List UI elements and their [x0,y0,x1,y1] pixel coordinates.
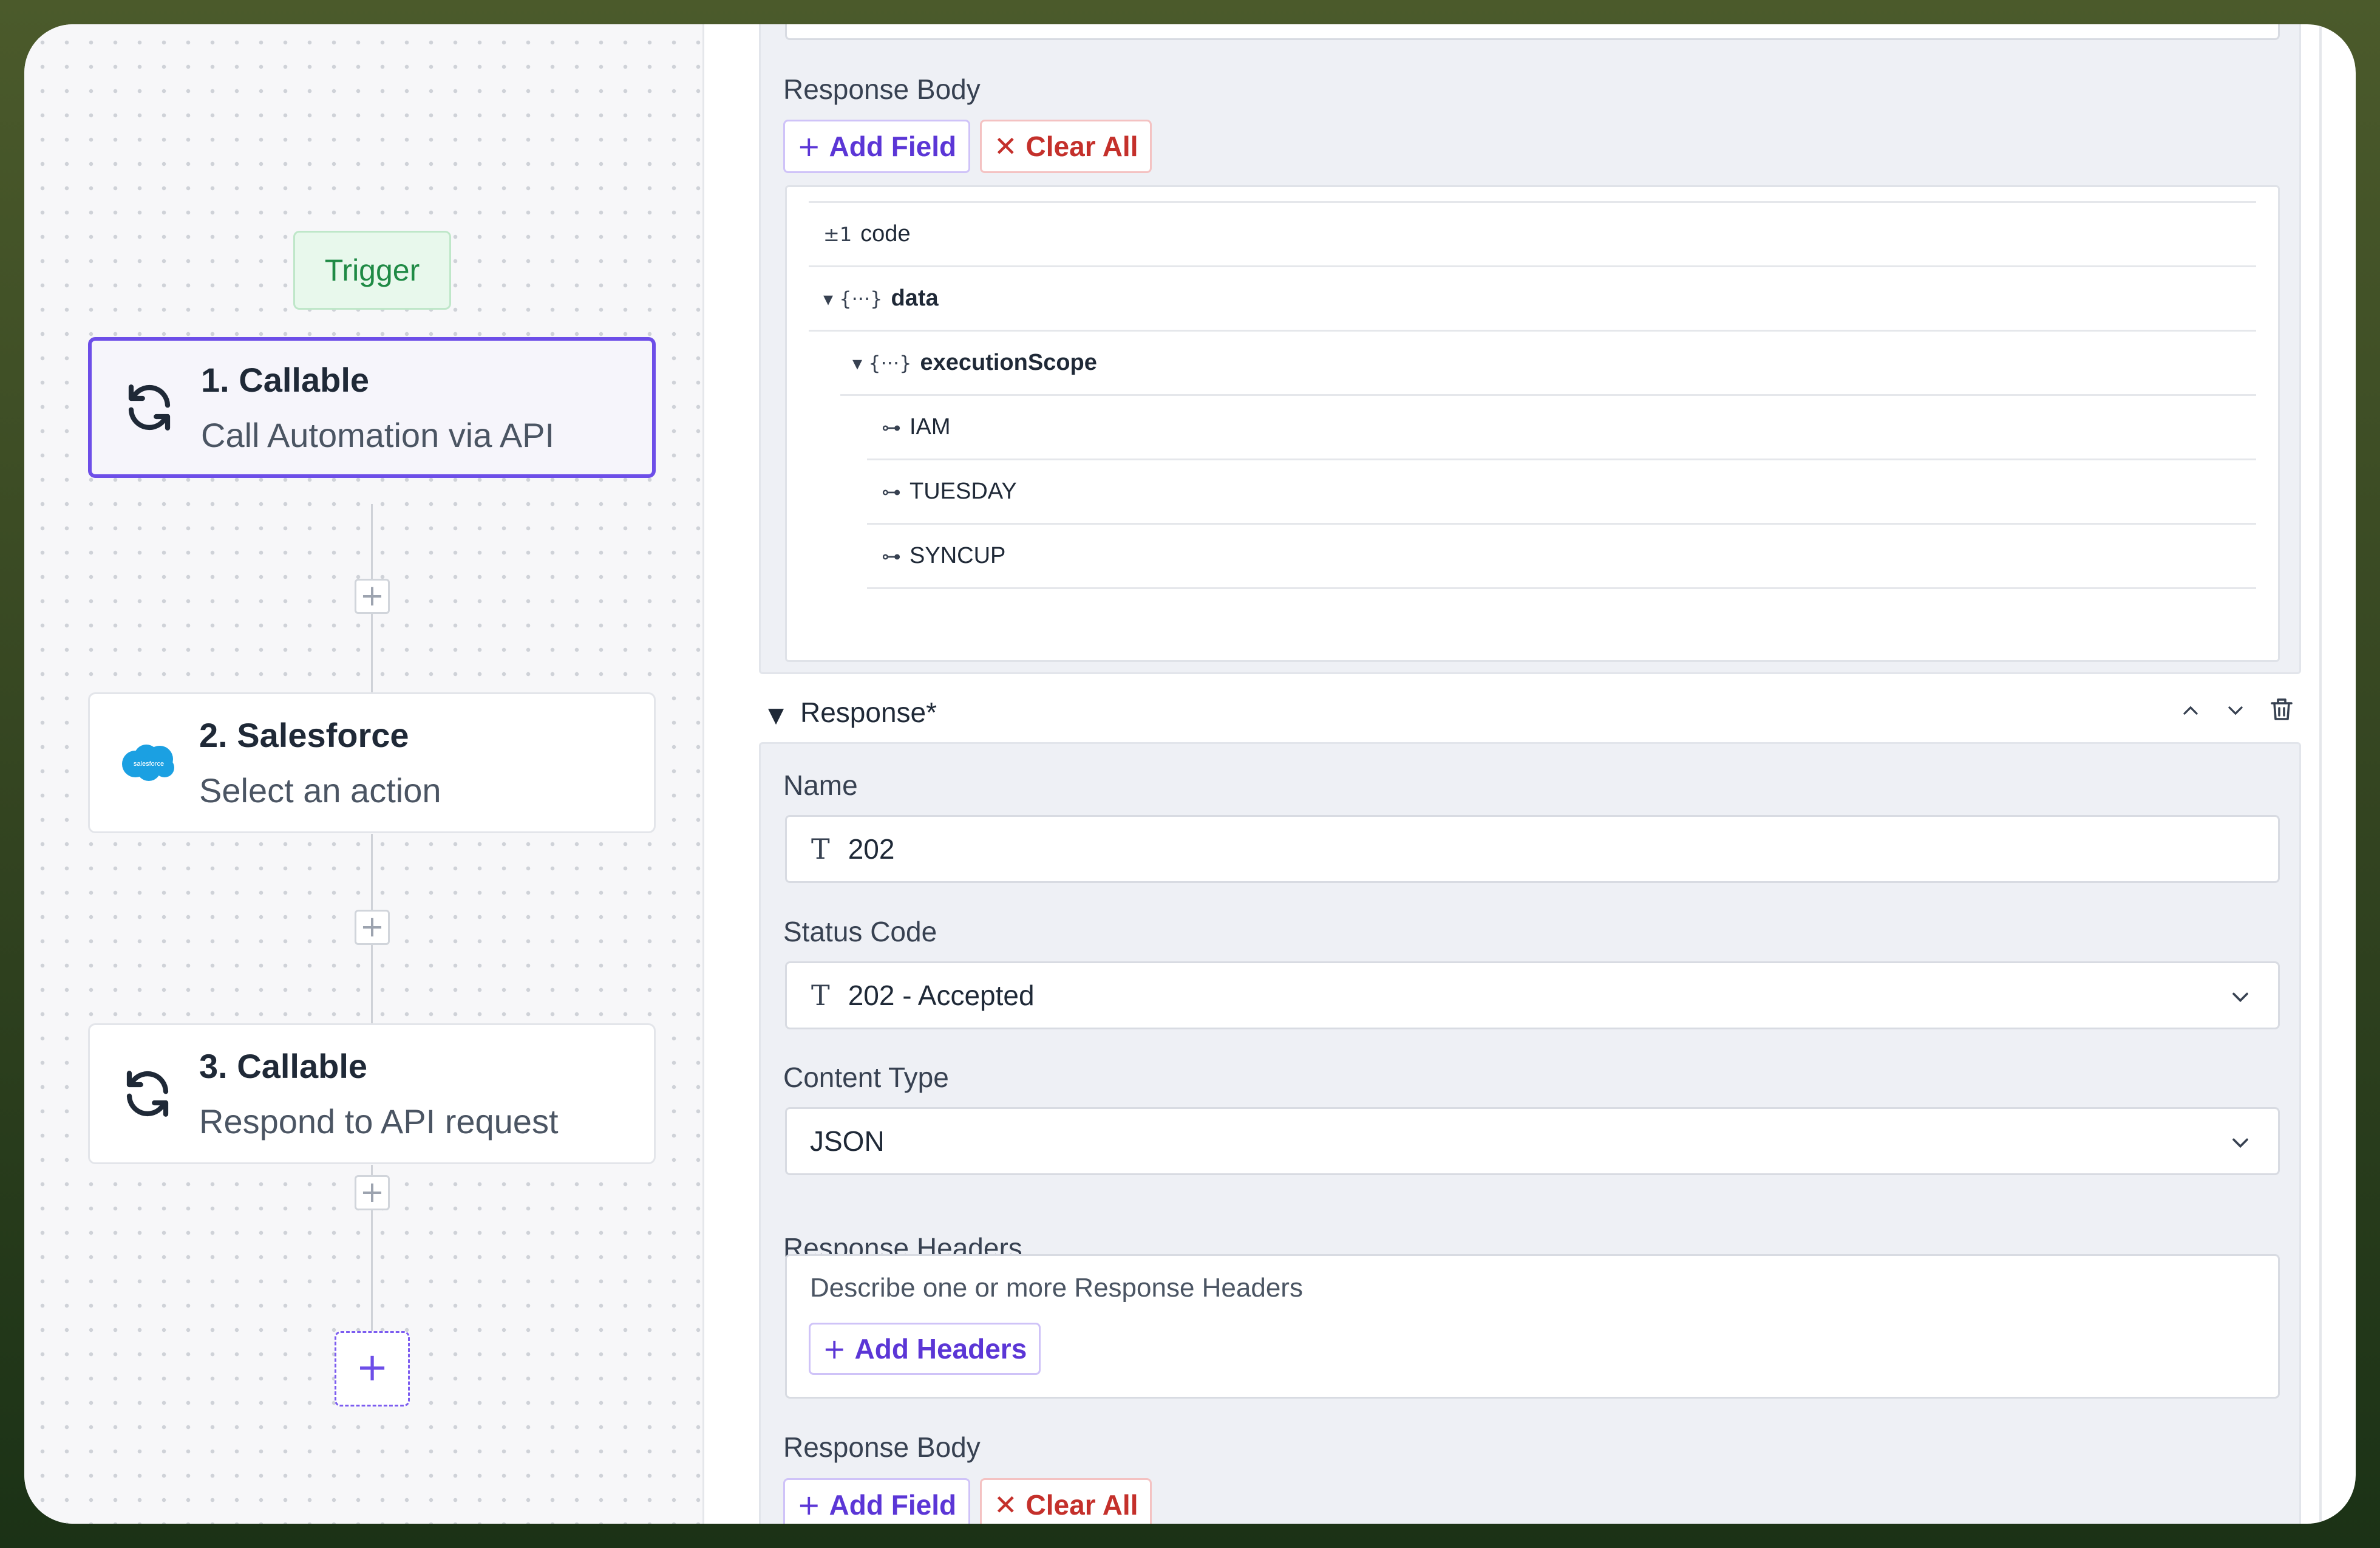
svg-text:salesforce: salesforce [134,760,164,768]
add-headers-button[interactable]: + Add Headers [809,1323,1041,1375]
previous-field[interactable] [785,24,2280,40]
tree-row-iam[interactable]: ⊶ IAM [867,396,2256,460]
add-field-button[interactable]: + Add Field [783,120,971,173]
workflow-node-3[interactable]: 3. Callable Respond to API request [88,1023,656,1164]
chevron-up-icon[interactable] [2178,698,2203,726]
response-headers-box: Describe one or more Response Headers + A… [785,1254,2280,1399]
tree-row-data[interactable]: ▾ {···} data [809,267,2256,332]
refresh-icon [114,1066,181,1121]
plus-icon: + [823,1332,846,1365]
object-expand-icon[interactable]: ▾ {···} [852,352,911,375]
tree-row-code[interactable]: ±1 code [809,203,2256,267]
workflow-node-1[interactable]: 1. Callable Call Automation via API [88,337,656,478]
node-title: 3. Callable [199,1047,368,1085]
status-code-select[interactable]: T 202 - Accepted [785,961,2280,1029]
add-field-button[interactable]: + Add Field [783,1478,971,1524]
response-headers-placeholder: Describe one or more Response Headers [810,1273,1303,1303]
number-type-icon: ±1 [823,222,852,246]
text-type-icon: T [811,833,830,865]
trash-icon[interactable] [2267,695,2296,727]
content-type-label: Content Type [783,1062,949,1093]
toggle-icon: ⊶ [882,415,901,439]
chevron-down-icon [2227,984,2254,1017]
response-body-label: Response Body [783,73,981,105]
tree-row-executionscope[interactable]: ▾ {···} executionScope [840,332,2256,396]
response-collapse-toggle[interactable]: ▼ [768,703,784,728]
add-step-button[interactable]: + [355,910,390,945]
chevron-down-icon [2227,1130,2254,1163]
node-subtitle: Respond to API request [199,1102,559,1141]
status-code-label: Status Code [783,916,937,947]
chevron-down-icon[interactable] [2223,698,2248,726]
node-subtitle: Select an action [199,771,441,810]
response-body-tree[interactable]: ±1 code ▾ {···} data ▾ {···} executionSc… [785,185,2280,662]
plus-icon: + [797,130,821,163]
trigger-badge[interactable]: Trigger [293,231,451,310]
clear-all-button[interactable]: ✕ Clear All [980,1478,1152,1524]
node-title: 1. Callable [201,361,370,399]
workflow-node-2[interactable]: salesforce 2. Salesforce Select an actio… [88,692,656,833]
node-title: 2. Salesforce [199,716,409,754]
close-icon: ✕ [994,130,1018,163]
text-type-icon: T [811,979,830,1012]
object-expand-icon[interactable]: ▾ {···} [823,287,882,310]
response-body-label: Response Body [783,1431,981,1463]
response-header: Response* [800,697,937,728]
clear-all-button[interactable]: ✕ Clear All [980,120,1152,173]
refresh-icon [116,380,183,435]
name-label: Name [783,769,858,801]
app-window: Trigger 1. Callable Call Automation via … [24,24,2356,1524]
toggle-icon: ⊶ [882,544,901,568]
tree-row-tuesday[interactable]: ⊶ TUESDAY [867,460,2256,525]
workflow-canvas[interactable]: Trigger 1. Callable Call Automation via … [24,24,704,1524]
panel-scrollbar[interactable] [2319,24,2322,1524]
plus-icon: + [797,1488,821,1521]
content-type-select[interactable]: JSON [785,1107,2280,1175]
node-subtitle: Call Automation via API [201,416,555,454]
tree-row-syncup[interactable]: ⊶ SYNCUP [867,525,2256,589]
add-final-step-button[interactable]: + [335,1331,410,1406]
salesforce-icon: salesforce [114,741,181,785]
close-icon: ✕ [994,1488,1018,1521]
add-step-button[interactable]: + [355,579,390,614]
name-field[interactable]: T 202 [785,815,2280,883]
add-step-button[interactable]: + [355,1175,390,1210]
toggle-icon: ⊶ [882,480,901,503]
